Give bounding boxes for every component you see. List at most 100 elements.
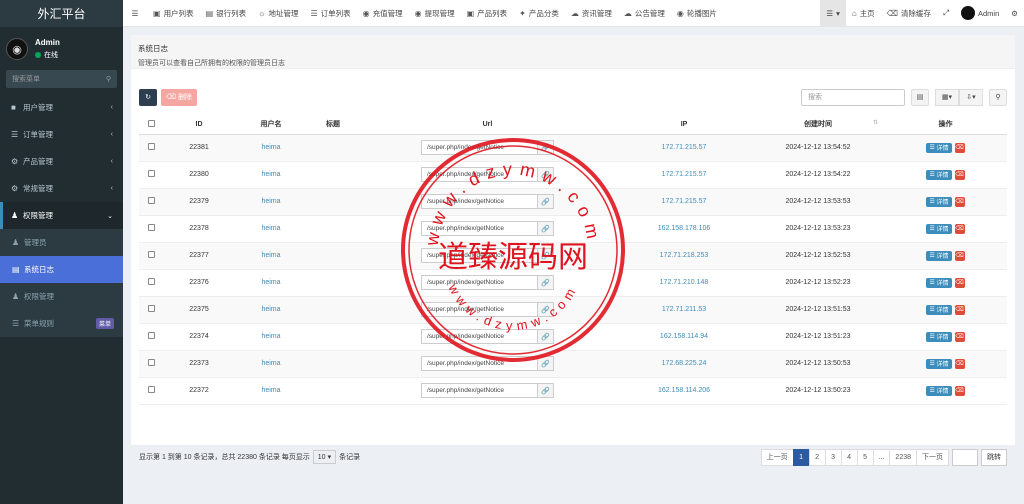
delete-row-button[interactable]: ⌫ [954, 304, 965, 315]
sidebar-item-general[interactable]: ⚙ 常规管理 ‹ [0, 175, 123, 202]
tab-product-category[interactable]: ✦ 产品分类 [513, 0, 565, 27]
cell-ip[interactable]: 172.71.211.53 [616, 296, 752, 324]
detail-button[interactable]: ☰ 详情 [926, 304, 952, 315]
link-icon[interactable]: 🔗 [538, 383, 554, 398]
delete-row-button[interactable]: ⌫ [954, 250, 965, 261]
row-checkbox[interactable] [139, 269, 163, 297]
table-row[interactable]: 22372 heima /super.php/index/getNotice 🔗 … [139, 377, 1007, 405]
cell-username[interactable]: heima [235, 323, 307, 351]
link-icon[interactable]: 🔗 [538, 167, 554, 182]
table-row[interactable]: 22378 heima /super.php/index/getNotice 🔗 … [139, 215, 1007, 243]
table-row[interactable]: 22379 heima /super.php/index/getNotice 🔗 … [139, 188, 1007, 216]
toggle-view-button[interactable]: ▤ [911, 88, 929, 106]
export-dropdown-button[interactable]: ⇩ ▾ [959, 88, 983, 106]
row-checkbox[interactable] [139, 134, 163, 162]
brand-title[interactable]: 外汇平台 [0, 0, 123, 27]
cell-username[interactable]: heima [235, 296, 307, 324]
sidebar-item-permission-groups[interactable]: ♟ 权限管理 [0, 283, 123, 310]
link-icon[interactable]: 🔗 [538, 194, 554, 209]
cell-ip[interactable]: 172.71.215.57 [616, 161, 752, 189]
link-icon[interactable]: 🔗 [538, 140, 554, 155]
page-jump-input[interactable] [952, 448, 978, 466]
link-icon[interactable]: 🔗 [538, 302, 554, 317]
column-header-ip[interactable]: IP [616, 115, 752, 135]
cell-ip[interactable]: 172.71.218.253 [616, 242, 752, 270]
cell-username[interactable]: heima [235, 377, 307, 405]
url-field[interactable]: /super.php/index/getNotice [421, 356, 538, 371]
row-checkbox[interactable] [139, 350, 163, 378]
cell-ip[interactable]: 162.158.114.206 [616, 377, 752, 405]
row-checkbox[interactable] [139, 188, 163, 216]
page-1[interactable]: 1 [792, 448, 810, 466]
cell-username[interactable]: heima [235, 242, 307, 270]
clear-cache-button[interactable]: ⌫ 清除缓存 [881, 0, 937, 27]
link-icon[interactable]: 🔗 [538, 329, 554, 344]
row-checkbox[interactable] [139, 242, 163, 270]
detail-button[interactable]: ☰ 详情 [926, 142, 952, 153]
url-field[interactable]: /super.php/index/getNotice [421, 140, 538, 155]
column-header-title[interactable]: 标题 [307, 115, 359, 135]
page-4[interactable]: 4 [840, 448, 858, 466]
tab-product-list[interactable]: ▣ 产品列表 [461, 0, 514, 27]
table-search-input[interactable]: 搜索 [801, 88, 905, 106]
cell-ip[interactable]: 172.71.210.148 [616, 269, 752, 297]
table-row[interactable]: 22381 heima /super.php/index/getNotice 🔗 … [139, 134, 1007, 162]
detail-button[interactable]: ☰ 详情 [926, 331, 952, 342]
delete-row-button[interactable]: ⌫ [954, 223, 965, 234]
sidebar-item-users[interactable]: ■ 用户管理 ‹ [0, 94, 123, 121]
sidebar-search-input[interactable]: 搜索菜单 ⚲ [6, 70, 117, 88]
sidebar-item-permissions[interactable]: ♟ 权限管理 ⌄ [0, 202, 123, 229]
delete-row-button[interactable]: ⌫ [954, 385, 965, 396]
column-header-created[interactable]: 创建时间 ⇅ [752, 115, 884, 135]
table-row[interactable]: 22377 heima /super.php/index/getNotice 🔗 … [139, 242, 1007, 270]
sidebar-item-system-log[interactable]: ▤ 系统日志 [0, 256, 123, 283]
url-field[interactable]: /super.php/index/getNotice [421, 221, 538, 236]
tabs-dropdown-button[interactable]: ☰ ▾ [820, 0, 846, 27]
row-checkbox[interactable] [139, 323, 163, 351]
delete-row-button[interactable]: ⌫ [954, 142, 965, 153]
admin-menu[interactable]: Admin [955, 0, 1005, 27]
tab-address[interactable]: ☼ 地址管理 [252, 0, 304, 27]
sidebar-item-admins[interactable]: ♟ 管理员 [0, 229, 123, 256]
cell-ip[interactable]: 172.68.225.24 [616, 350, 752, 378]
cell-username[interactable]: heima [235, 134, 307, 162]
table-row[interactable]: 22375 heima /super.php/index/getNotice 🔗 … [139, 296, 1007, 324]
row-checkbox[interactable] [139, 377, 163, 405]
delete-button[interactable]: ⌫ 删除 [161, 88, 197, 106]
url-field[interactable]: /super.php/index/getNotice [421, 302, 538, 317]
columns-dropdown-button[interactable]: ▦ ▾ [935, 88, 959, 106]
detail-button[interactable]: ☰ 详情 [926, 385, 952, 396]
tab-order-list[interactable]: ☰ 订单列表 [304, 0, 356, 27]
refresh-button[interactable]: ↻ [139, 88, 157, 106]
page-next[interactable]: 下一页 [916, 448, 949, 466]
sidebar-item-products[interactable]: ⚙ 产品管理 ‹ [0, 148, 123, 175]
detail-button[interactable]: ☰ 详情 [926, 169, 952, 180]
cell-ip[interactable]: 162.158.114.94 [616, 323, 752, 351]
detail-button[interactable]: ☰ 详情 [926, 250, 952, 261]
detail-button[interactable]: ☰ 详情 [926, 358, 952, 369]
url-field[interactable]: /super.php/index/getNotice [421, 167, 538, 182]
tab-news[interactable]: ☁ 资讯管理 [565, 0, 618, 27]
delete-row-button[interactable]: ⌫ [954, 196, 965, 207]
detail-button[interactable]: ☰ 详情 [926, 277, 952, 288]
tab-banner[interactable]: ◉ 轮播图片 [671, 0, 723, 27]
tab-user-list[interactable]: ▣ 用户列表 [147, 0, 200, 27]
home-link[interactable]: ⌂ 主页 [846, 0, 881, 27]
cell-username[interactable]: heima [235, 269, 307, 297]
per-page-select[interactable]: 10 ▾ [312, 450, 337, 464]
delete-row-button[interactable]: ⌫ [954, 277, 965, 288]
page-3[interactable]: 3 [824, 448, 842, 466]
detail-button[interactable]: ☰ 详情 [926, 223, 952, 234]
page-2[interactable]: 2 [808, 448, 826, 466]
link-icon[interactable]: 🔗 [538, 356, 554, 371]
delete-row-button[interactable]: ⌫ [954, 331, 965, 342]
cell-username[interactable]: heima [235, 350, 307, 378]
url-field[interactable]: /super.php/index/getNotice [421, 194, 538, 209]
table-row[interactable]: 22376 heima /super.php/index/getNotice 🔗 … [139, 269, 1007, 297]
table-row[interactable]: 22374 heima /super.php/index/getNotice 🔗 … [139, 323, 1007, 351]
fullscreen-icon[interactable]: ⤢ [937, 0, 955, 27]
url-field[interactable]: /super.php/index/getNotice [421, 383, 538, 398]
delete-row-button[interactable]: ⌫ [954, 358, 965, 369]
cell-username[interactable]: heima [235, 161, 307, 189]
cell-username[interactable]: heima [235, 215, 307, 243]
